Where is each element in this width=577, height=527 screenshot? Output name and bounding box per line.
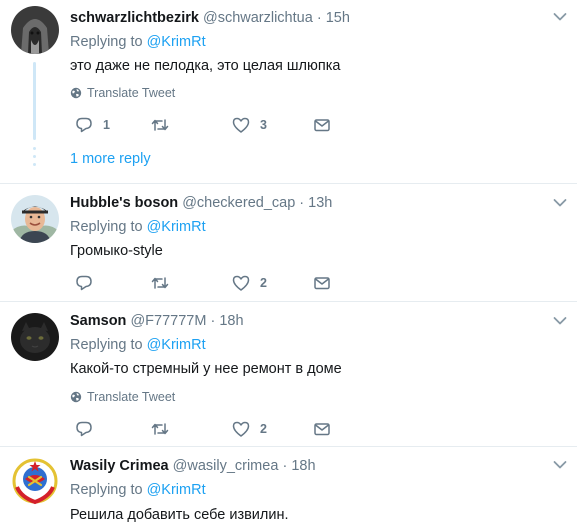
thread-line	[33, 62, 36, 140]
user-handle[interactable]: @checkered_cap	[182, 195, 295, 211]
timestamp[interactable]: 18h	[219, 313, 243, 329]
tweet-1[interactable]: schwarzlichtbezirk @schwarzlichtua · 15h…	[0, 0, 577, 183]
replying-to-label: Replying to	[70, 219, 143, 235]
retweet-button[interactable]	[151, 115, 179, 135]
retweet-button[interactable]	[151, 273, 179, 293]
chevron-down-icon[interactable]	[553, 460, 567, 470]
avatar[interactable]	[11, 457, 59, 505]
tweet-2[interactable]: Hubble's boson @checkered_cap · 13h Repl…	[0, 184, 577, 301]
globe-icon	[70, 87, 82, 99]
replying-to: Replying to @KrimRt	[70, 337, 206, 353]
tweet-header: Hubble's boson @checkered_cap · 13h	[70, 194, 332, 212]
like-button[interactable]: 2	[232, 273, 267, 293]
show-more-replies-link[interactable]: 1 more reply	[70, 151, 151, 167]
reply-button[interactable]: 1	[75, 115, 110, 135]
mention-link[interactable]: @KrimRt	[147, 219, 206, 235]
reply-button[interactable]	[75, 419, 103, 439]
translate-label[interactable]: Translate Tweet	[87, 390, 175, 404]
replying-to: Replying to @KrimRt	[70, 482, 206, 498]
timestamp[interactable]: 15h	[326, 10, 350, 26]
user-handle[interactable]: @schwarzlichtua	[203, 10, 313, 26]
chevron-down-icon[interactable]	[553, 198, 567, 208]
replying-to-label: Replying to	[70, 34, 143, 50]
like-icon	[232, 117, 250, 133]
message-icon	[314, 277, 330, 290]
translate-tweet-link[interactable]: Translate Tweet	[70, 390, 175, 404]
like-count: 3	[260, 118, 267, 132]
like-icon	[232, 421, 250, 437]
direct-message-button[interactable]	[313, 115, 331, 135]
thread-dot	[33, 155, 36, 158]
mention-link[interactable]: @KrimRt	[147, 34, 206, 50]
thread-dot	[33, 163, 36, 166]
tweet-4[interactable]: Wasily Crimea @wasily_crimea · 18h Reply…	[0, 447, 577, 527]
replying-to-label: Replying to	[70, 337, 143, 353]
tweet-header: Samson @F77777M · 18h	[70, 312, 244, 330]
retweet-button[interactable]	[151, 419, 179, 439]
like-count: 2	[260, 422, 267, 436]
tweet-header: Wasily Crimea @wasily_crimea · 18h	[70, 457, 316, 475]
reply-icon	[76, 275, 92, 291]
tweet-actions: 2	[70, 273, 340, 293]
translate-tweet-link[interactable]: Translate Tweet	[70, 86, 175, 100]
display-name[interactable]: schwarzlichtbezirk	[70, 10, 199, 26]
separator-dot: ·	[210, 313, 216, 329]
reply-count: 1	[103, 118, 110, 132]
timestamp[interactable]: 13h	[308, 195, 332, 211]
tweet-header: schwarzlichtbezirk @schwarzlichtua · 15h	[70, 9, 350, 27]
separator-dot: ·	[316, 10, 322, 26]
like-button[interactable]: 2	[232, 419, 267, 439]
reply-icon	[76, 421, 92, 437]
globe-icon	[70, 391, 82, 403]
chevron-down-icon[interactable]	[553, 316, 567, 326]
chevron-down-icon[interactable]	[553, 12, 567, 22]
thread-dot	[33, 147, 36, 150]
tweet-text: Какой-то стремный у нее ремонт в доме	[70, 361, 342, 377]
direct-message-button[interactable]	[313, 419, 331, 439]
direct-message-button[interactable]	[313, 273, 331, 293]
like-icon	[232, 275, 250, 291]
display-name[interactable]: Wasily Crimea	[70, 458, 169, 474]
user-handle[interactable]: @wasily_crimea	[173, 458, 279, 474]
user-handle[interactable]: @F77777M	[130, 313, 206, 329]
display-name[interactable]: Hubble's boson	[70, 195, 178, 211]
tweet-text: это даже не пелодка, это целая шлюпка	[70, 58, 341, 74]
retweet-icon	[151, 119, 169, 131]
like-count: 2	[260, 276, 267, 290]
message-icon	[314, 423, 330, 436]
avatar[interactable]	[11, 195, 59, 243]
reply-button[interactable]	[75, 273, 103, 293]
retweet-icon	[151, 423, 169, 435]
timestamp[interactable]: 18h	[291, 458, 315, 474]
separator-dot: ·	[299, 195, 305, 211]
tweet-text: Громыко-style	[70, 243, 163, 259]
avatar[interactable]	[11, 313, 59, 361]
tweet-actions: 2	[70, 419, 340, 439]
message-icon	[314, 119, 330, 132]
mention-link[interactable]: @KrimRt	[147, 337, 206, 353]
reply-icon	[76, 117, 92, 133]
translate-label[interactable]: Translate Tweet	[87, 86, 175, 100]
like-button[interactable]: 3	[232, 115, 267, 135]
tweet-actions: 1 3	[70, 115, 340, 135]
tweet-3[interactable]: Samson @F77777M · 18h Replying to @KrimR…	[0, 302, 577, 446]
tweet-text: Решила добавить себе извилин.	[70, 507, 289, 523]
display-name[interactable]: Samson	[70, 313, 126, 329]
replying-to: Replying to @KrimRt	[70, 219, 206, 235]
separator-dot: ·	[282, 458, 288, 474]
replying-to-label: Replying to	[70, 482, 143, 498]
replying-to: Replying to @KrimRt	[70, 34, 206, 50]
retweet-icon	[151, 277, 169, 289]
mention-link[interactable]: @KrimRt	[147, 482, 206, 498]
avatar[interactable]	[11, 6, 59, 54]
